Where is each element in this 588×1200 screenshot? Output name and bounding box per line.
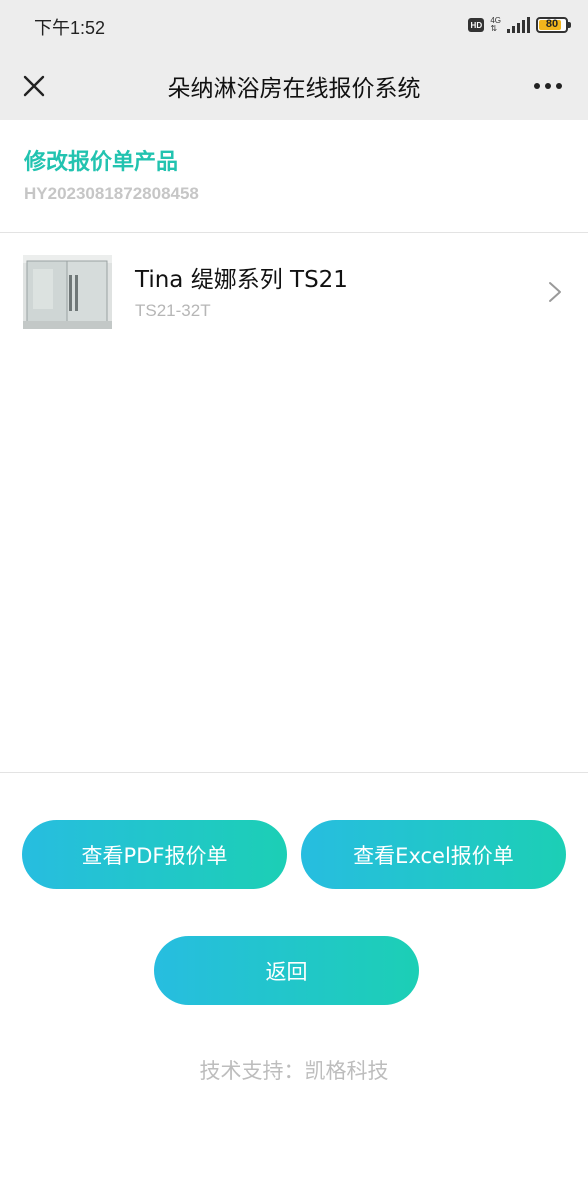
product-code: TS21-32T	[135, 301, 211, 320]
back-button[interactable]: 返回	[154, 936, 419, 1005]
data-arrows-icon: ⇅	[490, 24, 498, 33]
view-excel-quote-button[interactable]: 查看Excel报价单	[301, 820, 566, 889]
battery-level: 80	[545, 18, 559, 30]
signal-icon	[507, 17, 530, 33]
network-type-icon: 4G ⇅	[490, 17, 501, 33]
tech-support-footer: 技术支持：凯格科技	[199, 1059, 389, 1083]
product-list-item[interactable]: Tina 缇娜系列 TS21 TS21-32T	[0, 233, 588, 351]
quote-header: 修改报价单产品 HY2023081872808458	[0, 120, 588, 233]
more-dot	[534, 83, 540, 89]
hd-icon: HD	[468, 18, 485, 32]
product-name: Tina 缇娜系列 TS21	[135, 267, 348, 293]
nav-title: 朵纳淋浴房在线报价系统	[167, 76, 421, 102]
status-icons: HD 4G ⇅ 80	[468, 14, 571, 36]
status-bar: 下午1:52 HD 4G ⇅ 80	[0, 0, 588, 52]
divider	[0, 772, 588, 773]
order-number: HY2023081872808458	[24, 184, 199, 203]
more-dot	[556, 83, 562, 89]
status-time: 下午1:52	[34, 18, 106, 38]
view-pdf-quote-button[interactable]: 查看PDF报价单	[22, 820, 287, 889]
more-button[interactable]	[528, 66, 568, 106]
chevron-right-icon	[549, 282, 561, 302]
nav-bar: 朵纳淋浴房在线报价系统	[0, 52, 588, 120]
shower-enclosure-image	[23, 255, 112, 329]
product-thumbnail	[23, 255, 112, 329]
more-dot	[545, 83, 551, 89]
battery-icon: 80	[536, 17, 571, 33]
close-button[interactable]	[14, 66, 54, 106]
close-icon	[23, 75, 45, 97]
page-title: 修改报价单产品	[24, 150, 179, 175]
